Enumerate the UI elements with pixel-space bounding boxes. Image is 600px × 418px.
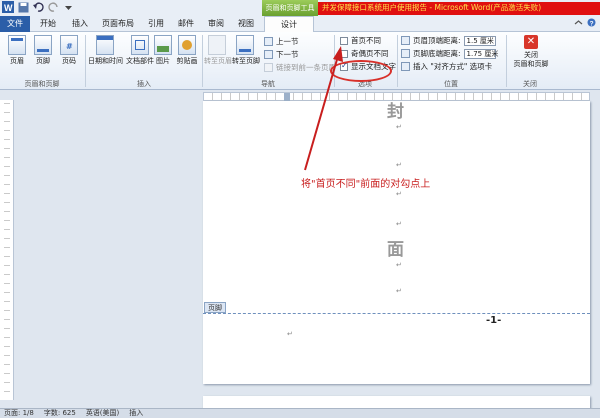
status-bar: 页面: 1/8 字数: 625 英语(美国) 插入 xyxy=(0,408,600,418)
status-mode[interactable]: 插入 xyxy=(129,409,143,418)
status-words[interactable]: 字数: 625 xyxy=(44,409,76,418)
status-page[interactable]: 页面: 1/8 xyxy=(4,409,34,418)
annotation-arrow xyxy=(304,46,343,171)
annotation-text: 将"首页不同"前面的对勾点上 xyxy=(301,179,431,190)
status-language[interactable]: 英语(美国) xyxy=(86,409,119,418)
